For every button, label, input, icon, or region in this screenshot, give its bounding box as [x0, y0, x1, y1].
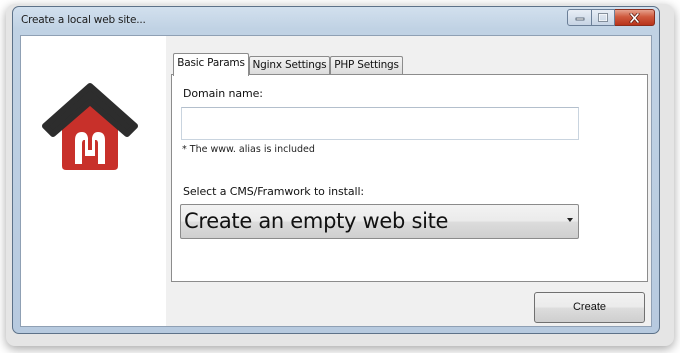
- chevron-down-icon: [567, 218, 573, 222]
- close-button[interactable]: [615, 9, 655, 26]
- house-logo-icon: [42, 83, 138, 170]
- cms-framework-selected-value: Create an empty web site: [184, 209, 449, 233]
- cms-framework-select[interactable]: Create an empty web site: [180, 204, 579, 239]
- tab-php-settings[interactable]: PHP Settings: [330, 56, 403, 74]
- dialog-client-area: Basic Params Nginx Settings PHP Settings…: [20, 35, 652, 327]
- basic-params-panel: Domain name: * The www. alias is include…: [171, 74, 648, 282]
- logo-panel: [21, 36, 166, 326]
- www-alias-note: * The www. alias is included: [182, 144, 315, 155]
- tab-basic-params[interactable]: Basic Params: [173, 53, 249, 76]
- cms-framework-label: Select a CMS/Framwork to install:: [183, 185, 365, 198]
- create-button[interactable]: Create: [534, 292, 645, 323]
- close-icon: [629, 12, 640, 23]
- maximize-icon: [598, 13, 608, 22]
- maximize-button[interactable]: [592, 9, 615, 26]
- window-title: Create a local web site...: [21, 14, 146, 26]
- domain-name-input[interactable]: [181, 107, 579, 140]
- minimize-icon: [575, 17, 584, 20]
- tab-nginx-settings[interactable]: Nginx Settings: [249, 56, 330, 74]
- domain-name-label: Domain name:: [183, 87, 263, 100]
- dialog-window: Create a local web site... Basic Params …: [12, 6, 660, 334]
- minimize-button[interactable]: [567, 9, 592, 26]
